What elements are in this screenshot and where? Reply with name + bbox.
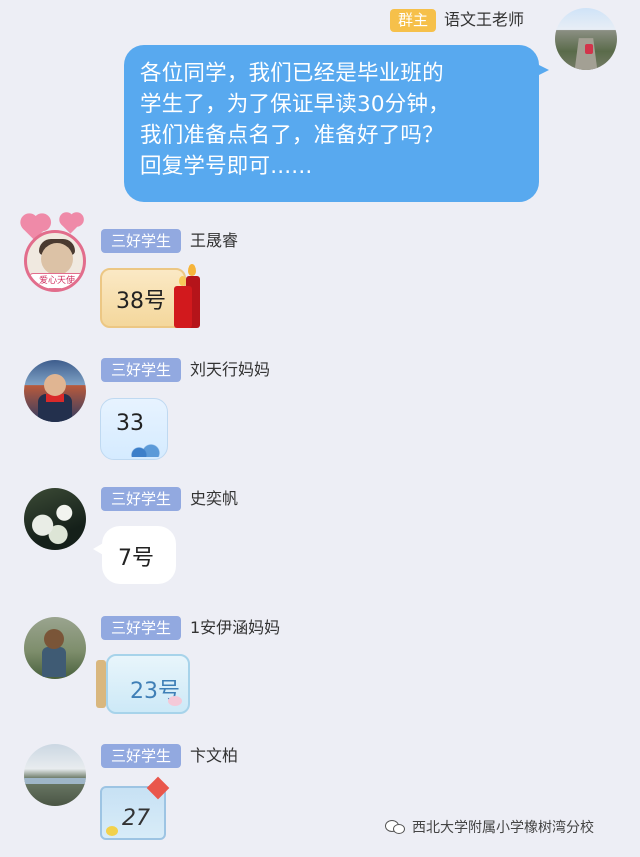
avatar[interactable] [24, 744, 86, 806]
reply-bubble[interactable]: 33 [100, 398, 168, 460]
wave-icon [131, 441, 165, 457]
member-title-badge: 三好学生 [101, 487, 181, 511]
sender-name[interactable]: 卞文柏 [190, 744, 238, 768]
member-title-badge: 三好学生 [101, 229, 181, 253]
message-line: 我们准备点名了，准备好了吗？ [140, 123, 444, 148]
message-line: 回复学号即可...... [140, 154, 313, 179]
sender-name[interactable]: 王晟睿 [190, 229, 238, 253]
reply-text: 7号 [118, 546, 154, 571]
sender-name[interactable]: 刘天行妈妈 [190, 358, 270, 382]
reply-text: 33 [116, 411, 144, 436]
wechat-logo-icon [385, 820, 407, 836]
reply-text: 38号 [116, 289, 166, 314]
avatar-caption: 爱心天使 [29, 273, 83, 289]
jar-lid-icon [96, 660, 106, 708]
teacher-name[interactable]: 语文王老师 [444, 9, 524, 31]
road-image-detail [574, 38, 598, 70]
message-line: 学生了，为了保证早读30分钟， [140, 92, 450, 117]
teacher-message-bubble[interactable]: 各位同学，我们已经是毕业班的 学生了，为了保证早读30分钟， 我们准备点名了，准… [124, 45, 549, 202]
group-owner-badge: 群主 [390, 9, 436, 32]
sender-name[interactable]: 1安伊涵妈妈 [190, 616, 280, 640]
person-image-detail [585, 44, 593, 54]
reply-bubble[interactable]: 23号 [96, 652, 194, 716]
student-avatar-frame[interactable]: 爱心天使 [14, 210, 94, 294]
reply-text: 27 [122, 806, 150, 831]
reply-bubble[interactable]: 7号 [93, 526, 176, 584]
sender-name[interactable]: 史奕帆 [190, 487, 238, 511]
member-title-badge: 三好学生 [101, 616, 181, 640]
avatar[interactable] [24, 617, 86, 679]
watermark-text: 西北大学附属小学橡树湾分校 [412, 820, 594, 836]
avatar[interactable] [24, 488, 86, 550]
member-title-badge: 三好学生 [101, 744, 181, 768]
member-title-badge: 三好学生 [101, 358, 181, 382]
message-line: 各位同学，我们已经是毕业班的 [140, 61, 444, 86]
reply-bubble[interactable]: 38号 [100, 264, 200, 330]
teacher-avatar[interactable] [555, 8, 617, 70]
avatar[interactable] [24, 360, 86, 422]
reply-bubble[interactable]: 27 [96, 776, 172, 842]
avatar: 爱心天使 [24, 230, 86, 292]
